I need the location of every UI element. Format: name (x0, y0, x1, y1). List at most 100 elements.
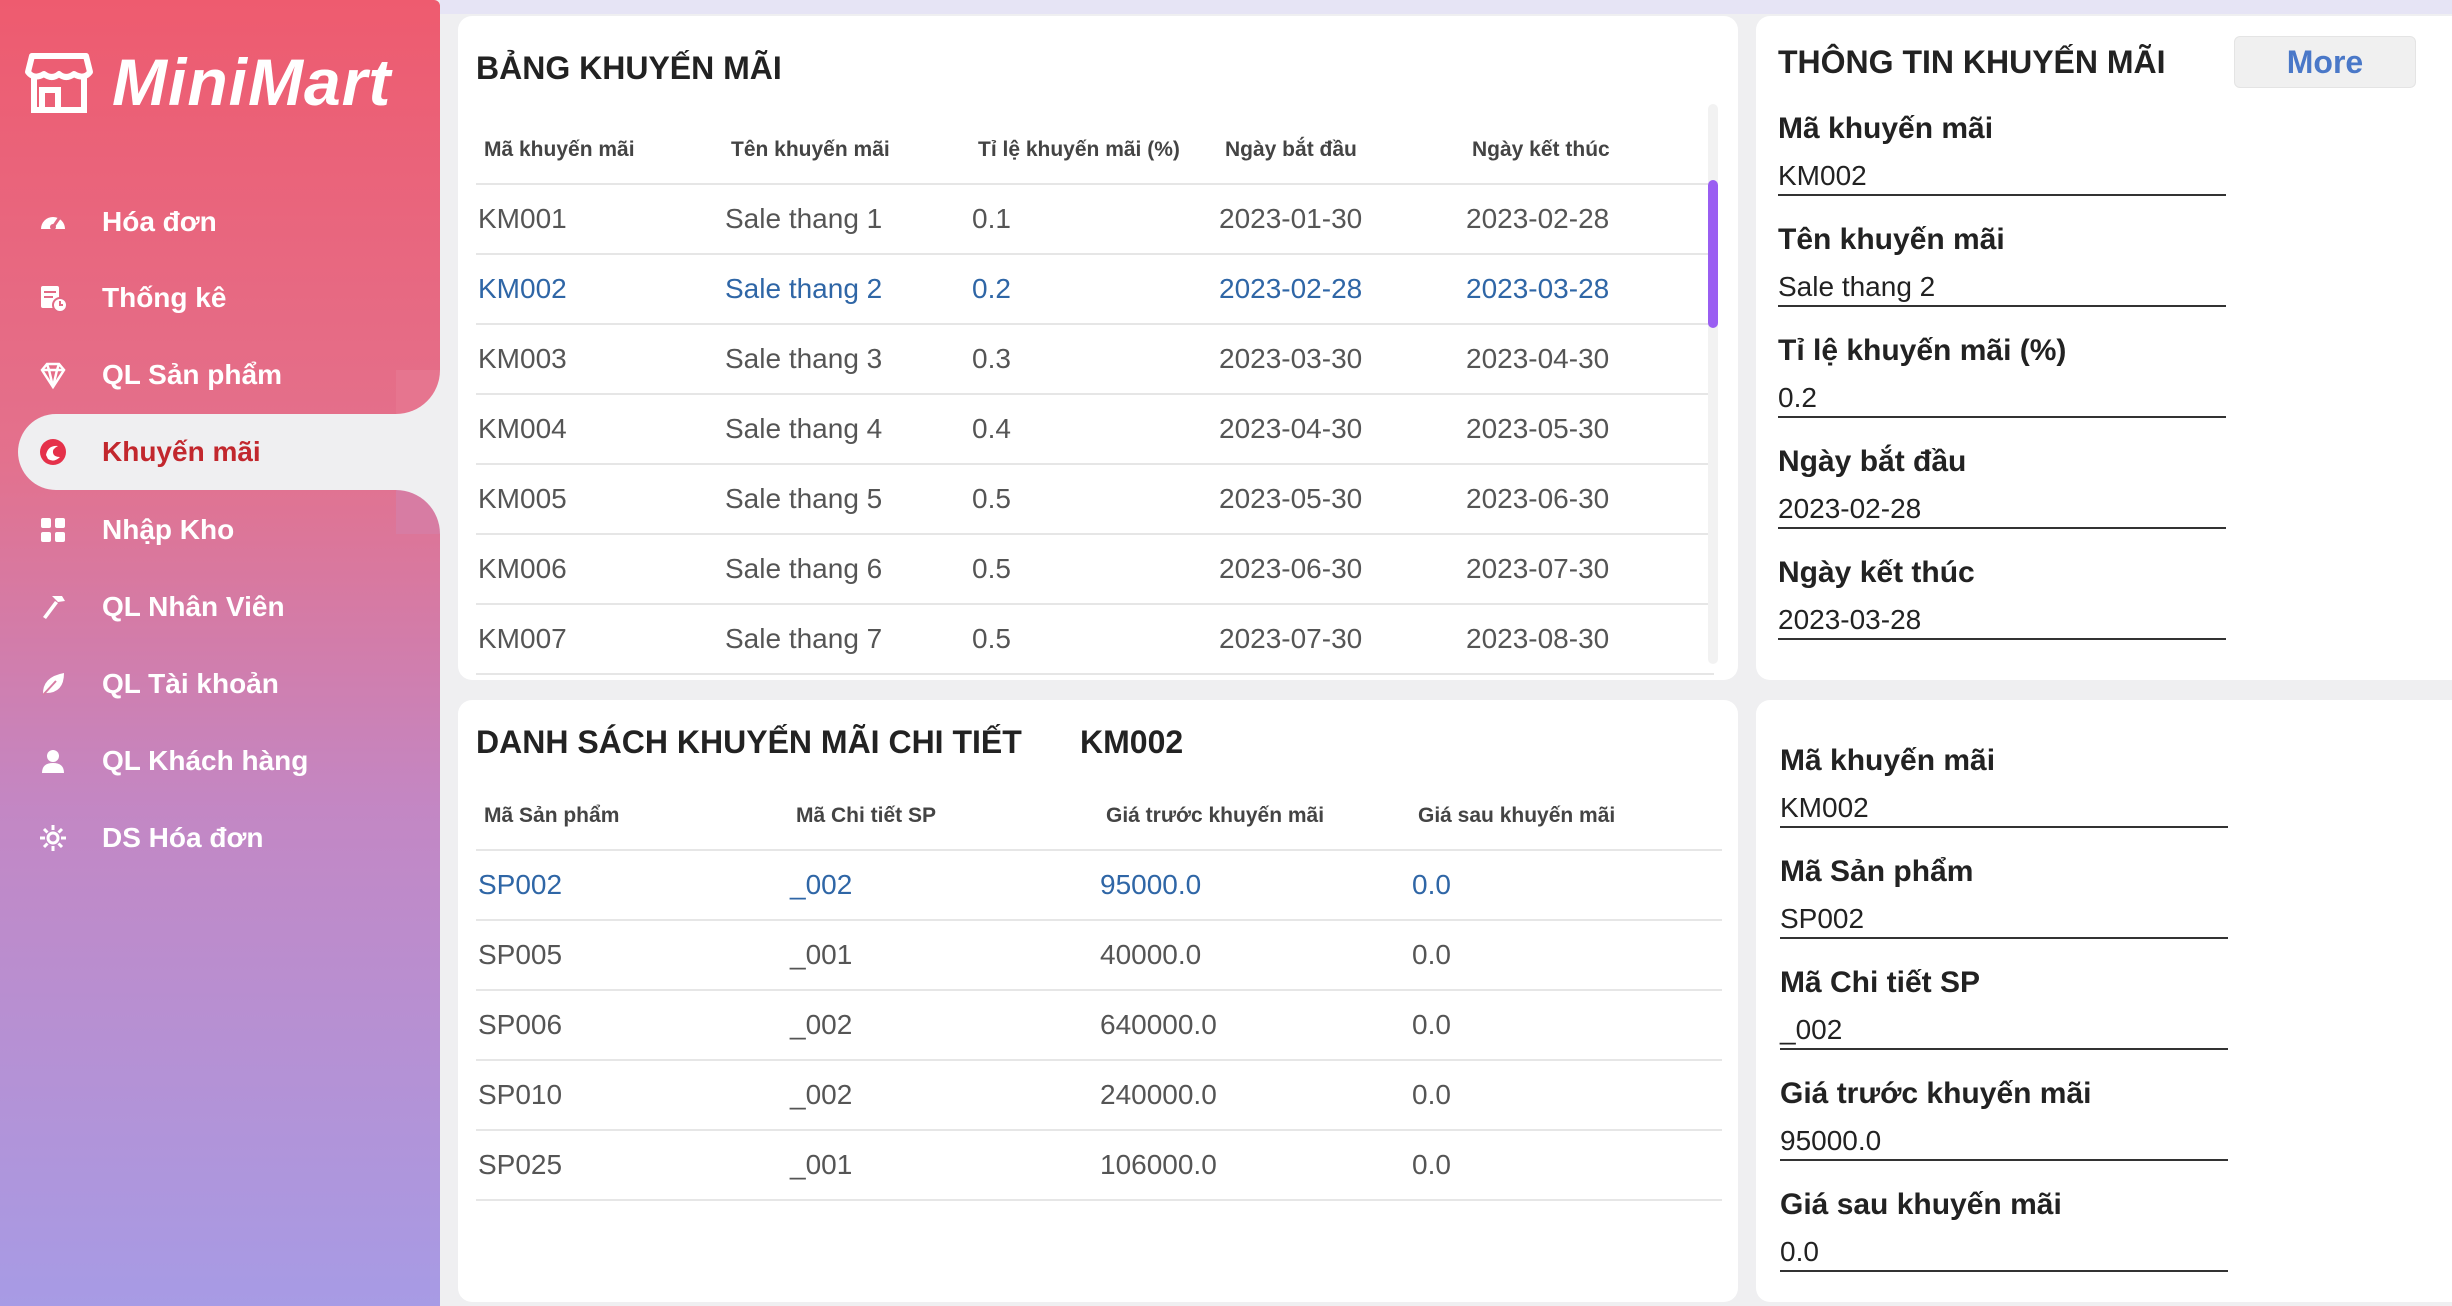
column-header[interactable]: Ngày kết thúc (1464, 116, 1714, 184)
top-bar (440, 0, 2452, 14)
sidebar-item-label: DS Hóa đơn (102, 822, 264, 853)
report-clock-icon (41, 286, 68, 313)
promo-table: Mã khuyến mãi Tên khuyến mãi Tỉ lệ khuyế… (476, 116, 1714, 675)
column-header[interactable]: Mã Chi tiết SP (788, 782, 1098, 850)
field-value-input[interactable]: 0.2 (1778, 374, 2226, 418)
column-header[interactable]: Giá sau khuyến mãi (1410, 782, 1722, 850)
table-cell: KM007 (476, 603, 723, 675)
table-row[interactable]: SP025 _001 106000.0 0.0 (476, 1129, 1722, 1201)
table-cell: 0.0 (1410, 1129, 1722, 1201)
table-cell: Sale thang 6 (723, 533, 970, 604)
field-value-input[interactable]: KM002 (1780, 784, 2228, 828)
field-label: Tên khuyến mãi (1778, 223, 2005, 256)
promo-table-scroll-thumb[interactable] (1708, 180, 1718, 328)
column-header[interactable]: Mã Sản phẩm (476, 782, 788, 850)
more-button[interactable]: More (2234, 36, 2416, 88)
table-cell: 2023-03-28 (1464, 253, 1714, 324)
table-cell: 0.2 (970, 253, 1217, 324)
sidebar-item-ds-hoa-don[interactable]: DS Hóa đơn (18, 800, 438, 876)
column-header[interactable]: Mã khuyến mãi (476, 116, 723, 184)
sidebar-item-ql-nhan-vien[interactable]: QL Nhân Viên (18, 569, 438, 645)
table-cell: Sale thang 4 (723, 393, 970, 464)
table-cell: 0.5 (970, 463, 1217, 534)
table-cell: KM006 (476, 533, 723, 604)
table-cell: Sale thang 1 (723, 183, 970, 254)
column-header[interactable]: Giá trước khuyến mãi (1098, 782, 1410, 850)
field-label: Mã Chi tiết SP (1780, 966, 1981, 999)
table-cell: KM003 (476, 323, 723, 394)
field-ngay-ket-thuc: Ngày kết thúc 2023-03-28 (1778, 556, 2226, 640)
field-detail-gia-sau: Giá sau khuyến mãi 0.0 (1780, 1188, 2228, 1272)
sidebar-item-label: QL Tài khoản (102, 668, 279, 699)
table-cell: 0.1 (970, 183, 1217, 254)
promo-table-title: BẢNG KHUYẾN MÃI (476, 50, 782, 86)
sidebar-item-nhap-kho[interactable]: Nhập Kho (18, 492, 438, 568)
table-row[interactable]: SP005 _001 40000.0 0.0 (476, 919, 1722, 990)
sidebar-item-ql-tai-khoan[interactable]: QL Tài khoản (18, 646, 438, 722)
leaf-icon (42, 673, 64, 696)
column-header[interactable]: Tên khuyến mãi (723, 116, 970, 184)
table-cell: SP002 (476, 849, 788, 920)
table-cell: KM004 (476, 393, 723, 464)
table-cell: SP025 (476, 1129, 788, 1201)
sidebar-item-label: QL Sản phẩm (102, 359, 282, 390)
user-icon (42, 750, 64, 773)
table-row[interactable]: KM005 Sale thang 5 0.5 2023-05-30 2023-0… (476, 463, 1714, 534)
table-cell: 0.0 (1410, 919, 1722, 990)
table-cell: 95000.0 (1098, 849, 1410, 920)
field-label: Ngày kết thúc (1778, 556, 1975, 589)
field-label: Mã khuyến mãi (1778, 112, 1994, 145)
field-value-input[interactable]: KM002 (1778, 152, 2226, 196)
table-row-selected[interactable]: KM002 Sale thang 2 0.2 2023-02-28 2023-0… (476, 253, 1714, 324)
table-row[interactable]: SP006 _002 640000.0 0.0 (476, 989, 1722, 1060)
field-value-input[interactable]: 2023-02-28 (1778, 485, 2226, 529)
table-cell: Sale thang 3 (723, 323, 970, 394)
field-detail-ma-khuyen-mai: Mã khuyến mãi KM002 (1780, 744, 2228, 828)
column-header[interactable]: Tỉ lệ khuyến mãi (%) (970, 116, 1217, 184)
table-cell: 0.4 (970, 393, 1217, 464)
promo-info-title: THÔNG TIN KHUYẾN MÃI (1778, 44, 2166, 80)
table-row[interactable]: KM007 Sale thang 7 0.5 2023-07-30 2023-0… (476, 603, 1714, 675)
field-label: Ngày bắt đầu (1778, 445, 1967, 478)
table-cell: 2023-03-30 (1217, 323, 1464, 394)
table-cell: 640000.0 (1098, 989, 1410, 1060)
table-row[interactable]: KM004 Sale thang 4 0.4 2023-04-30 2023-0… (476, 393, 1714, 464)
table-cell: 0.0 (1410, 989, 1722, 1060)
sidebar-item-thong-ke[interactable]: Thống kê (18, 260, 438, 336)
detail-table-card: DANH SÁCH KHUYẾN MÃI CHI TIẾT KM002 Mã S… (458, 700, 1738, 1302)
active-tab-curve-top (396, 370, 440, 414)
table-row[interactable]: SP010 _002 240000.0 0.0 (476, 1059, 1722, 1130)
table-row[interactable]: KM001 Sale thang 1 0.1 2023-01-30 2023-0… (476, 183, 1714, 254)
detail-table: Mã Sản phẩm Mã Chi tiết SP Giá trước khu… (476, 782, 1722, 1201)
table-row[interactable]: KM003 Sale thang 3 0.3 2023-03-30 2023-0… (476, 323, 1714, 394)
field-value-input[interactable]: Sale thang 2 (1778, 263, 2226, 307)
dashboard-gauge-icon (41, 216, 65, 230)
sidebar-item-ql-khach-hang[interactable]: QL Khách hàng (18, 723, 438, 799)
table-cell: _002 (788, 849, 1098, 920)
sidebar-item-ql-san-pham[interactable]: QL Sản phẩm (18, 337, 438, 413)
sidebar-item-khuyen-mai[interactable]: Khuyến mãi (18, 414, 440, 490)
sidebar-item-hoa-don[interactable]: Hóa đơn (18, 184, 438, 260)
field-value-input[interactable]: SP002 (1780, 895, 2228, 939)
table-cell: 2023-04-30 (1217, 393, 1464, 464)
field-value-input[interactable]: 2023-03-28 (1778, 596, 2226, 640)
field-ti-le-khuyen-mai: Tỉ lệ khuyến mãi (%) 0.2 (1778, 334, 2226, 418)
column-header[interactable]: Ngày bắt đầu (1217, 116, 1464, 184)
diamond-icon (40, 362, 66, 390)
field-value-input[interactable]: 0.0 (1780, 1228, 2228, 1272)
app-name: MiniMart (112, 45, 392, 119)
field-label: Tỉ lệ khuyến mãi (%) (1778, 334, 2067, 367)
sidebar-item-label: Nhập Kho (102, 514, 235, 545)
table-cell: SP005 (476, 919, 788, 990)
table-row-selected[interactable]: SP002 _002 95000.0 0.0 (476, 849, 1722, 920)
field-value-input[interactable]: _002 (1780, 1006, 2228, 1050)
table-cell: KM002 (476, 253, 723, 324)
field-ngay-bat-dau: Ngày bắt đầu 2023-02-28 (1778, 445, 2226, 529)
sidebar-item-label: QL Khách hàng (102, 745, 309, 776)
table-row[interactable]: KM006 Sale thang 6 0.5 2023-06-30 2023-0… (476, 533, 1714, 604)
promo-table-card: BẢNG KHUYẾN MÃI Mã khuyến mãi Tên khuyến… (458, 16, 1738, 680)
table-cell: 40000.0 (1098, 919, 1410, 990)
table-cell: 0.0 (1410, 1059, 1722, 1130)
field-value-input[interactable]: 95000.0 (1780, 1117, 2228, 1161)
field-ma-khuyen-mai: Mã khuyến mãi KM002 (1778, 112, 2226, 196)
